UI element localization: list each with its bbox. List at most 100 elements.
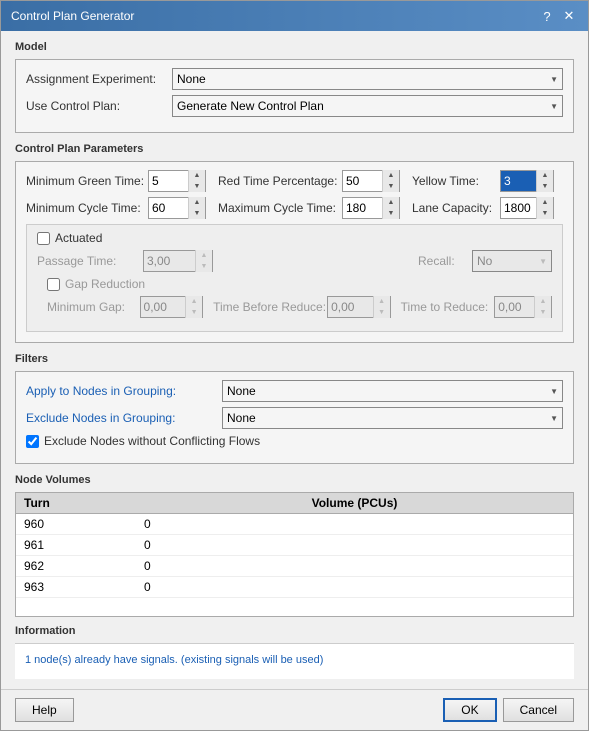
node-volumes-section-label: Node Volumes (15, 474, 574, 486)
min-cycle-time-input[interactable]: ▲ ▼ (148, 197, 206, 219)
passage-time-label: Passage Time: (37, 254, 137, 268)
yellow-time-down[interactable]: ▼ (537, 181, 553, 192)
min-green-time-label: Minimum Green Time: (26, 174, 142, 188)
ok-button[interactable]: OK (443, 698, 496, 722)
exclude-no-conflict-label: Exclude Nodes without Conflicting Flows (44, 434, 260, 448)
min-gap-value (141, 297, 186, 317)
actuated-section: Actuated Passage Time: ▲ ▼ Recall: No (26, 224, 563, 332)
lane-capacity-arrows: ▲ ▼ (536, 197, 553, 219)
apply-to-nodes-value: None (227, 384, 256, 398)
params-row2: Minimum Cycle Time: ▲ ▼ Maximum Cycle Ti… (26, 197, 563, 219)
time-to-reduce-down: ▼ (535, 307, 551, 318)
red-time-down[interactable]: ▼ (383, 181, 399, 192)
apply-to-nodes-row: Apply to Nodes in Grouping: None ▼ (26, 380, 563, 402)
min-green-arrows: ▲ ▼ (188, 170, 205, 192)
yellow-time-value[interactable] (501, 171, 536, 191)
min-cycle-time-label: Minimum Cycle Time: (26, 201, 142, 215)
max-cycle-time-value[interactable] (343, 198, 382, 218)
assignment-experiment-dropdown[interactable]: None ▼ (172, 68, 563, 90)
title-bar: Control Plan Generator ? ✕ (1, 1, 588, 31)
red-time-percent-value[interactable] (343, 171, 382, 191)
yellow-time-arrows: ▲ ▼ (536, 170, 553, 192)
volume-cell: 0 (136, 577, 573, 597)
max-cycle-arrows: ▲ ▼ (382, 197, 399, 219)
cancel-button[interactable]: Cancel (503, 698, 574, 722)
gap-reduction-checkbox-row: Gap Reduction (47, 277, 552, 291)
recall-value: No (477, 254, 492, 268)
title-bar-controls: ? ✕ (538, 7, 578, 25)
time-before-reduce-down: ▼ (374, 307, 390, 318)
min-cycle-time-value[interactable] (149, 198, 188, 218)
volume-cell: 0 (136, 556, 573, 576)
actuated-checkbox-row: Actuated (37, 231, 552, 245)
help-button[interactable]: ? (538, 7, 556, 25)
min-cycle-arrows: ▲ ▼ (188, 197, 205, 219)
lane-capacity-down[interactable]: ▼ (537, 208, 553, 219)
volume-cell: 0 (136, 535, 573, 555)
volume-cell: 0 (136, 514, 573, 534)
control-plan-params-label: Control Plan Parameters (15, 143, 574, 155)
help-button[interactable]: Help (15, 698, 74, 722)
max-cycle-time-label: Maximum Cycle Time: (218, 201, 336, 215)
min-gap-arrows: ▲ ▼ (185, 296, 202, 318)
exclude-nodes-row: Exclude Nodes in Grouping: None ▼ (26, 407, 563, 429)
max-cycle-time-input[interactable]: ▲ ▼ (342, 197, 400, 219)
yellow-time-input[interactable]: ▲ ▼ (500, 170, 554, 192)
passage-time-row: Passage Time: ▲ ▼ Recall: No ▼ (37, 250, 552, 272)
red-time-percent-input[interactable]: ▲ ▼ (342, 170, 400, 192)
turn-cell: 962 (16, 556, 136, 576)
footer-left: Help (15, 698, 74, 722)
min-cycle-down[interactable]: ▼ (189, 208, 205, 219)
recall-dropdown: No ▼ (472, 250, 552, 272)
max-cycle-up[interactable]: ▲ (383, 197, 399, 208)
apply-to-nodes-dropdown[interactable]: None ▼ (222, 380, 563, 402)
apply-to-nodes-arrow: ▼ (550, 387, 558, 396)
control-plan-params-group: Minimum Green Time: ▲ ▼ Red Time Percent… (15, 161, 574, 343)
min-cycle-up[interactable]: ▲ (189, 197, 205, 208)
model-section-label: Model (15, 41, 574, 53)
time-before-reduce-value (328, 297, 373, 317)
table-row: 963 0 (16, 577, 573, 598)
turn-cell: 961 (16, 535, 136, 555)
min-green-time-value[interactable] (149, 171, 188, 191)
yellow-time-up[interactable]: ▲ (537, 170, 553, 181)
min-green-down[interactable]: ▼ (189, 181, 205, 192)
gap-reduction-label: Gap Reduction (65, 277, 145, 291)
lane-capacity-input[interactable]: ▲ ▼ (500, 197, 554, 219)
assignment-experiment-value: None (177, 72, 206, 86)
filters-group: Apply to Nodes in Grouping: None ▼ Exclu… (15, 371, 574, 464)
red-time-up[interactable]: ▲ (383, 170, 399, 181)
dialog-window: Control Plan Generator ? ✕ Model Assignm… (0, 0, 589, 731)
lane-capacity-up[interactable]: ▲ (537, 197, 553, 208)
dialog-title: Control Plan Generator (11, 9, 134, 23)
table-row: 962 0 (16, 556, 573, 577)
actuated-label: Actuated (55, 231, 102, 245)
dialog-body: Model Assignment Experiment: None ▼ Use … (1, 31, 588, 689)
passage-time-input: ▲ ▼ (143, 250, 213, 272)
volume-column-header: Volume (PCUs) (136, 496, 573, 510)
actuated-checkbox[interactable] (37, 232, 50, 245)
exclude-nodes-value: None (227, 411, 256, 425)
gap-reduction-checkbox[interactable] (47, 278, 60, 291)
recall-label: Recall: (418, 254, 466, 268)
table-row: 961 0 (16, 535, 573, 556)
assignment-experiment-arrow: ▼ (550, 75, 558, 84)
use-control-plan-arrow: ▼ (550, 102, 558, 111)
model-group: Assignment Experiment: None ▼ Use Contro… (15, 59, 574, 133)
min-green-time-input[interactable]: ▲ ▼ (148, 170, 206, 192)
time-to-reduce-up: ▲ (535, 296, 551, 307)
close-button[interactable]: ✕ (560, 7, 578, 25)
min-green-up[interactable]: ▲ (189, 170, 205, 181)
exclude-nodes-dropdown[interactable]: None ▼ (222, 407, 563, 429)
node-volumes-table-wrapper: Turn Volume (PCUs) 960 0 961 0 962 0 963 (15, 492, 574, 617)
turn-column-header: Turn (16, 496, 136, 510)
passage-time-down: ▼ (196, 261, 212, 272)
max-cycle-down[interactable]: ▼ (383, 208, 399, 219)
exclude-no-conflict-checkbox[interactable] (26, 435, 39, 448)
use-control-plan-dropdown[interactable]: Generate New Control Plan ▼ (172, 95, 563, 117)
lane-capacity-value[interactable] (501, 198, 536, 218)
time-to-reduce-label: Time to Reduce: (401, 300, 489, 314)
assignment-experiment-row: Assignment Experiment: None ▼ (26, 68, 563, 90)
passage-time-value (144, 251, 195, 271)
time-before-reduce-input: ▲ ▼ (327, 296, 391, 318)
